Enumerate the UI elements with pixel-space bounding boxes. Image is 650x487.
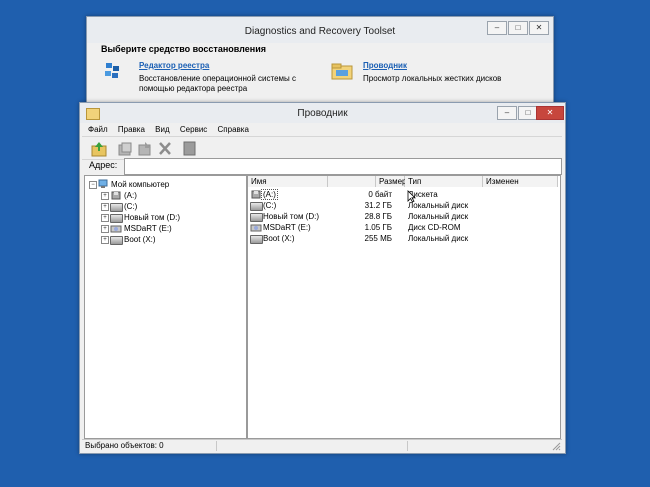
cd-drive-icon: [250, 224, 262, 232]
hard-drive-icon: [110, 203, 123, 212]
up-folder-button[interactable]: [90, 140, 108, 157]
dart-heading: Выберите средство восстановления: [101, 44, 267, 54]
cd-drive-icon: [110, 225, 122, 233]
status-divider-1: [216, 441, 217, 451]
copy-button[interactable]: [116, 140, 134, 157]
minimize-button[interactable]: –: [487, 21, 507, 35]
row-size: 255 МБ: [364, 234, 392, 243]
row-type: Локальный диск: [408, 201, 469, 210]
folder-tree[interactable]: − Мой компьютер + (A:) + (C:) + Новый то…: [84, 175, 247, 439]
close-button[interactable]: ✕: [529, 21, 549, 35]
delete-button[interactable]: [156, 140, 174, 157]
toolbar: [82, 136, 562, 160]
expand-icon[interactable]: +: [101, 192, 109, 200]
column-name[interactable]: Имя: [248, 176, 328, 187]
address-field[interactable]: [124, 158, 562, 175]
column-modified[interactable]: Изменен: [483, 176, 558, 187]
close-button[interactable]: ✕: [536, 106, 564, 120]
delete-icon: [159, 142, 171, 155]
explorer-icon[interactable]: [331, 62, 353, 80]
column-size[interactable]: Размер: [376, 176, 407, 187]
column-spacer: [328, 176, 376, 187]
row-name: Новый том (D:): [263, 212, 319, 221]
hard-drive-icon: [250, 202, 263, 211]
minimize-button[interactable]: –: [497, 106, 517, 120]
status-text: Выбрано объектов: 0: [85, 441, 164, 450]
floppy-drive-icon: [251, 190, 261, 199]
row-name: MSDaRT (E:): [263, 223, 311, 232]
tree-item-label: (A:): [124, 191, 137, 200]
row-name: (A:): [261, 189, 278, 200]
copy-icon: [118, 142, 132, 156]
tree-item-label: Boot (X:): [124, 235, 156, 244]
list-row[interactable]: (C:) 31.2 ГБ Локальный диск: [248, 200, 548, 211]
row-size: 1.05 ГБ: [364, 223, 392, 232]
list-row[interactable]: (A:) 0 байт Дискета: [248, 189, 548, 200]
computer-icon: [98, 179, 108, 188]
registry-editor-desc-2: помощью редактора реестра: [139, 84, 248, 93]
row-name: (C:): [263, 201, 277, 210]
hard-drive-icon: [250, 235, 263, 244]
address-label: Адрес:: [89, 160, 118, 170]
list-row[interactable]: MSDaRT (E:) 1.05 ГБ Диск CD-ROM: [248, 222, 548, 233]
status-divider-2: [407, 441, 408, 451]
up-arrow-icon: [91, 142, 107, 157]
floppy-drive-icon: [111, 191, 121, 200]
registry-editor-link[interactable]: Редактор реестра: [139, 61, 209, 70]
maximize-button[interactable]: □: [518, 106, 538, 120]
row-type: Диск CD-ROM: [408, 223, 461, 232]
menu-edit[interactable]: Правка: [118, 125, 145, 134]
column-type[interactable]: Тип: [405, 176, 483, 187]
dart-titlebar: Diagnostics and Recovery Toolset – □ ✕: [87, 17, 553, 43]
explorer-window-title: Проводник: [297, 108, 348, 119]
collapse-icon[interactable]: −: [89, 181, 97, 189]
maximize-button[interactable]: □: [508, 21, 528, 35]
list-row[interactable]: Boot (X:) 255 МБ Локальный диск: [248, 233, 548, 244]
expand-icon[interactable]: +: [101, 225, 109, 233]
tree-item-label: Новый том (D:): [124, 213, 180, 222]
expand-icon[interactable]: +: [101, 203, 109, 211]
mouse-cursor-icon: [407, 190, 416, 203]
hard-drive-icon: [110, 214, 123, 223]
move-icon: [138, 142, 151, 156]
menu-help[interactable]: Справка: [218, 125, 249, 134]
dart-window: Diagnostics and Recovery Toolset – □ ✕ В…: [86, 16, 554, 108]
menu-tools[interactable]: Сервис: [180, 125, 207, 134]
explorer-desc: Просмотр локальных жестких дисков: [363, 74, 502, 83]
row-type: Локальный диск: [408, 234, 469, 243]
menu-view[interactable]: Вид: [155, 125, 169, 134]
menu-file[interactable]: Файл: [88, 125, 108, 134]
menu-bar: Файл Правка Вид Сервис Справка: [88, 124, 257, 136]
row-size: 28.8 ГБ: [364, 212, 392, 221]
explorer-window: Проводник – □ ✕ Файл Правка Вид Сервис С…: [79, 102, 566, 454]
row-type: Локальный диск: [408, 212, 469, 221]
hard-drive-icon: [250, 213, 263, 222]
tree-item-label: MSDaRT (E:): [124, 224, 172, 233]
file-list[interactable]: Имя Размер Тип Изменен (A:) 0 байт Диске…: [247, 175, 561, 439]
registry-editor-desc-1: Восстановление операционной системы с: [139, 74, 296, 83]
expand-icon[interactable]: +: [101, 214, 109, 222]
properties-button[interactable]: [180, 140, 198, 157]
row-size: 31.2 ГБ: [364, 201, 392, 210]
explorer-titlebar: Проводник – □ ✕: [80, 103, 565, 123]
row-size: 0 байт: [368, 190, 392, 199]
move-button[interactable]: [136, 140, 154, 157]
hard-drive-icon: [110, 236, 123, 245]
tree-root-label: Мой компьютер: [111, 180, 170, 189]
explorer-link[interactable]: Проводник: [363, 61, 407, 70]
properties-icon: [183, 141, 196, 156]
registry-editor-icon[interactable]: [103, 61, 123, 79]
tree-item-label: (C:): [124, 202, 138, 211]
status-bar: Выбрано объектов: 0: [82, 439, 562, 452]
expand-icon[interactable]: +: [101, 236, 109, 244]
resize-grip-icon[interactable]: [552, 442, 561, 451]
row-name: Boot (X:): [263, 234, 295, 243]
dart-window-title: Diagnostics and Recovery Toolset: [244, 26, 396, 37]
list-row[interactable]: Новый том (D:) 28.8 ГБ Локальный диск: [248, 211, 548, 222]
